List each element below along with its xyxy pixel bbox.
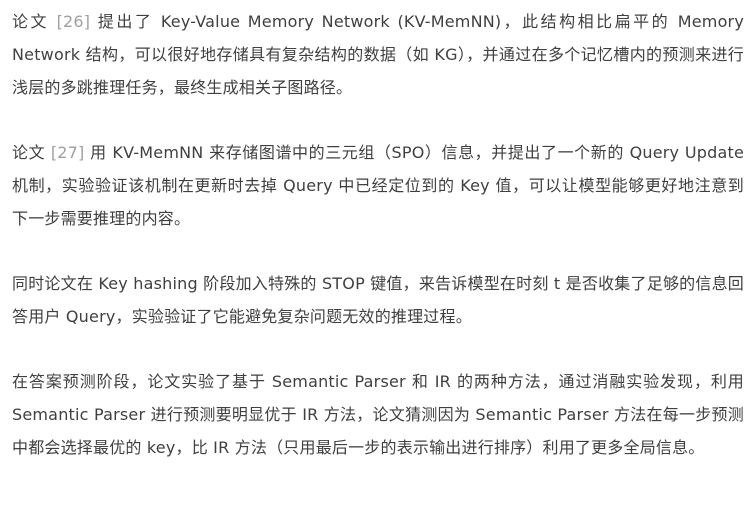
citation-link-27[interactable]: [27] — [51, 143, 85, 162]
paragraph-lead: 论文 — [12, 12, 57, 31]
paragraph-text: 提出了 Key-Value Memory Network (KV-MemNN)，… — [12, 12, 745, 97]
paragraph-query-update: 论文 [27] 用 KV-MemNN 来存储图谱中的三元组（SPO）信息，并提出… — [12, 136, 744, 235]
paragraph-answer-prediction: 在答案预测阶段，论文实验了基于 Semantic Parser 和 IR 的两种… — [12, 365, 744, 464]
paragraph-stop-key: 同时论文在 Key hashing 阶段加入特殊的 STOP 键值，来告诉模型在… — [12, 267, 744, 333]
paragraph-text: 用 KV-MemNN 来存储图谱中的三元组（SPO）信息，并提出了一个新的 Qu… — [12, 143, 745, 228]
paragraph-text: 同时论文在 Key hashing 阶段加入特殊的 STOP 键值，来告诉模型在… — [12, 274, 744, 326]
citation-link-26[interactable]: [26] — [57, 12, 91, 31]
article-body: 论文 [26] 提出了 Key-Value Memory Network (KV… — [0, 0, 744, 464]
paragraph-lead: 论文 — [12, 143, 51, 162]
paragraph-kv-memnn: 论文 [26] 提出了 Key-Value Memory Network (KV… — [12, 5, 744, 104]
paragraph-text: 在答案预测阶段，论文实验了基于 Semantic Parser 和 IR 的两种… — [12, 372, 744, 457]
